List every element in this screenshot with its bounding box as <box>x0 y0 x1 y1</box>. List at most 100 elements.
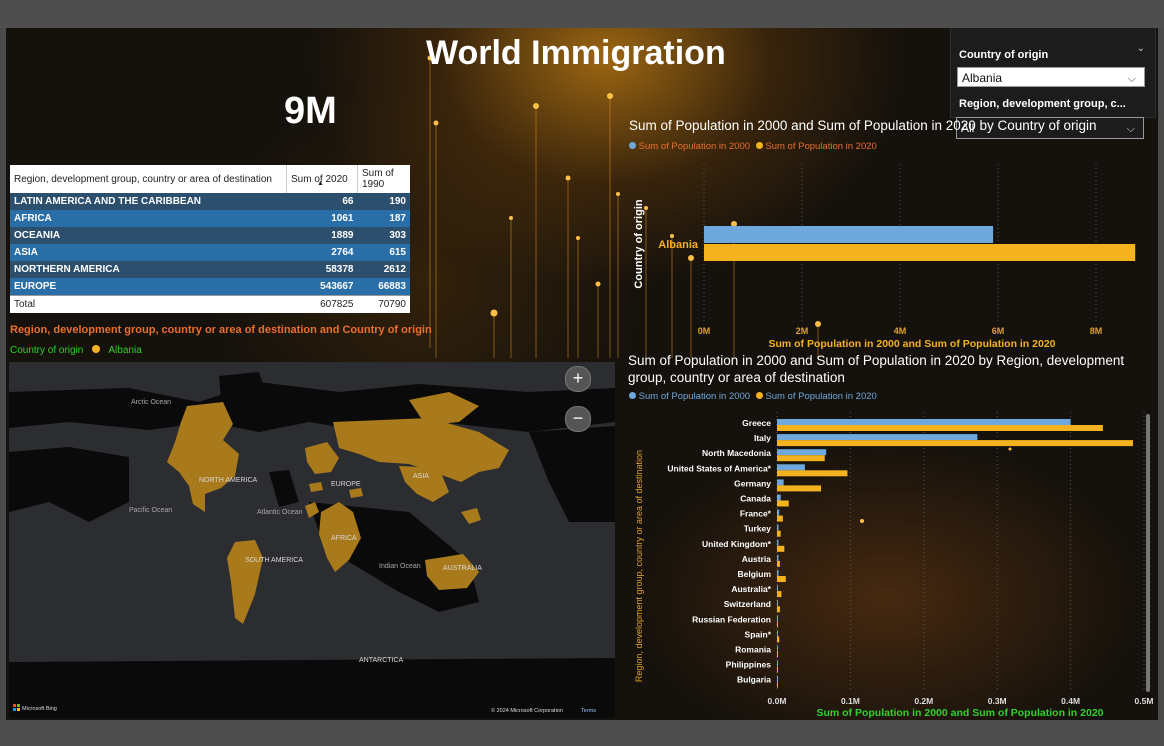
table-cell-2020: 58378 <box>286 261 358 278</box>
bar-2020[interactable] <box>777 591 782 598</box>
country-dropdown-value: Albania <box>962 71 1003 85</box>
table-cell-1990: 615 <box>357 244 410 261</box>
bar-2000[interactable] <box>777 554 779 561</box>
table-cell-1990: 190 <box>357 193 410 210</box>
table-cell-region: NORTHERN AMERICA <box>10 261 287 278</box>
bar-2020[interactable] <box>777 560 780 567</box>
bar-2020[interactable] <box>777 500 789 507</box>
table-cell-2020: 1889 <box>286 227 358 244</box>
bar-2020[interactable] <box>777 485 822 492</box>
col-header-sum-1990[interactable]: Sum of 1990 <box>357 165 410 193</box>
filter-slicer-panel: Country of origin ⌄ Albania ⌵ Region, de… <box>950 28 1156 118</box>
total-2020: 607825 <box>286 295 358 313</box>
bar-2000[interactable] <box>777 494 781 501</box>
table-header-row: Region, development group, country or ar… <box>10 165 410 193</box>
bar-2000[interactable] <box>777 615 778 622</box>
y-category-label: France* <box>740 509 772 519</box>
map-label-arctic: Arctic Ocean <box>131 399 171 406</box>
bar-2000[interactable] <box>777 645 778 652</box>
y-category-label: Australia* <box>731 584 771 594</box>
table-row[interactable]: LATIN AMERICA AND THE CARIBBEAN 66 190 <box>10 193 410 210</box>
country-dropdown[interactable]: Albania ⌵ <box>957 67 1145 87</box>
bar-2020[interactable] <box>704 244 1136 261</box>
bar-2020[interactable] <box>777 576 786 582</box>
table-cell-1990: 66883 <box>357 278 410 296</box>
x-tick-label: 0.5M <box>1135 696 1154 706</box>
map-legend-title: Country of origin <box>10 345 84 356</box>
table-cell-2020: 1061 <box>286 210 358 227</box>
collapse-chevron-icon[interactable]: ⌄ <box>1137 43 1145 54</box>
legend-label-2020[interactable]: Sum of Population in 2020 <box>765 391 876 402</box>
y-category-label: Romania <box>735 645 771 655</box>
map-label-north-america: NORTH AMERICA <box>199 477 258 484</box>
bar-2020[interactable] <box>777 515 783 522</box>
bar-2020[interactable] <box>777 440 1133 447</box>
bar-2000[interactable] <box>777 539 779 546</box>
bar-2000[interactable] <box>777 585 778 592</box>
bar-2020[interactable] <box>777 636 780 643</box>
bar-2000[interactable] <box>777 524 779 531</box>
y-category-label: Switzerland <box>724 599 771 609</box>
table-row[interactable]: ASIA 2764 615 <box>10 244 410 261</box>
chart2-plot[interactable]: 0.0M 0.1M 0.2M 0.3M 0.4M 0.5M Greece Italy North… <box>624 406 1158 720</box>
table-row[interactable]: EUROPE 543667 66883 <box>10 278 410 296</box>
legend-label-2000[interactable]: Sum of Population in 2000 <box>639 391 750 402</box>
bar-2000[interactable] <box>777 464 805 471</box>
world-map[interactable]: Arctic Ocean NORTH AMERICA Pacific Ocean… <box>9 362 615 718</box>
map-legend-item[interactable]: Albania <box>108 345 141 356</box>
chart2-scrollbar[interactable] <box>1146 414 1150 692</box>
map-label-asia: ASIA <box>413 473 429 480</box>
table-cell-1990: 303 <box>357 227 410 244</box>
bar-2020[interactable] <box>777 470 848 477</box>
bar-2000[interactable] <box>777 479 784 486</box>
map-label-south-america: SOUTH AMERICA <box>245 557 303 564</box>
bar-2000[interactable] <box>777 449 827 456</box>
bar-2000[interactable] <box>777 570 779 576</box>
x-axis-title: Sum of Population in 2000 and Sum of Pop… <box>768 338 1055 350</box>
top-bar <box>0 0 1164 28</box>
bar-2020[interactable] <box>777 606 780 613</box>
bing-logo: Microsoft Bing <box>13 704 57 712</box>
legend-label-2020[interactable]: Sum of Population in 2020 <box>765 141 876 152</box>
table-row[interactable]: NORTHERN AMERICA 58378 2612 <box>10 261 410 278</box>
bar-2000[interactable] <box>777 600 778 607</box>
table-cell-region: ASIA <box>10 244 287 261</box>
bar-2020[interactable] <box>777 530 781 537</box>
bar-2020[interactable] <box>777 621 778 628</box>
zoom-in-button[interactable]: + <box>565 366 591 392</box>
map-label-africa: AFRICA <box>331 535 357 542</box>
table-cell-region: EUROPE <box>10 278 287 296</box>
bar-2000[interactable] <box>704 226 994 243</box>
map-label-antarctica: ANTARCTICA <box>359 657 404 664</box>
bar-2020[interactable] <box>777 666 778 673</box>
x-tick-label: 0.4M <box>1061 696 1080 706</box>
table-row[interactable]: OCEANIA 1889 303 <box>10 227 410 244</box>
kpi-card-value: 9M <box>284 90 337 132</box>
zoom-out-button[interactable]: − <box>565 406 591 432</box>
legend-label-2000[interactable]: Sum of Population in 2000 <box>639 141 750 152</box>
bar-2020[interactable] <box>777 455 825 462</box>
y-category-label: Canada <box>740 494 771 504</box>
table-cell-1990: 2612 <box>357 261 410 278</box>
bar-2000[interactable] <box>777 660 778 667</box>
bar-2000[interactable] <box>777 630 778 637</box>
bar-2020[interactable] <box>777 545 785 552</box>
map-label-pacific: Pacific Ocean <box>129 507 172 514</box>
bar-2020[interactable] <box>777 681 778 688</box>
bar-2000[interactable] <box>777 675 778 682</box>
bar-2020[interactable] <box>777 425 1103 431</box>
x-tick-label: 6M <box>992 326 1005 336</box>
col-header-region[interactable]: Region, development group, country or ar… <box>10 165 287 193</box>
y-category-label: Austria <box>742 554 772 564</box>
chart1-plot[interactable]: 0M 2M 4M 6M 8M Albania Country of origin Sum of… <box>624 154 1154 354</box>
bar-2000[interactable] <box>777 434 978 441</box>
bar-2020[interactable] <box>777 651 778 658</box>
map-terms-link[interactable]: Terms <box>581 708 596 714</box>
map-surface[interactable]: Arctic Ocean NORTH AMERICA Pacific Ocean… <box>9 362 615 718</box>
bar-2000[interactable] <box>777 509 780 516</box>
table-row[interactable]: AFRICA 1061 187 <box>10 210 410 227</box>
y-category-label: Greece <box>742 418 771 428</box>
table-cell-1990: 187 <box>357 210 410 227</box>
bar-2000[interactable] <box>777 419 1071 425</box>
col-header-sum-2020[interactable]: Sum of 2020 ▲ <box>286 165 358 193</box>
